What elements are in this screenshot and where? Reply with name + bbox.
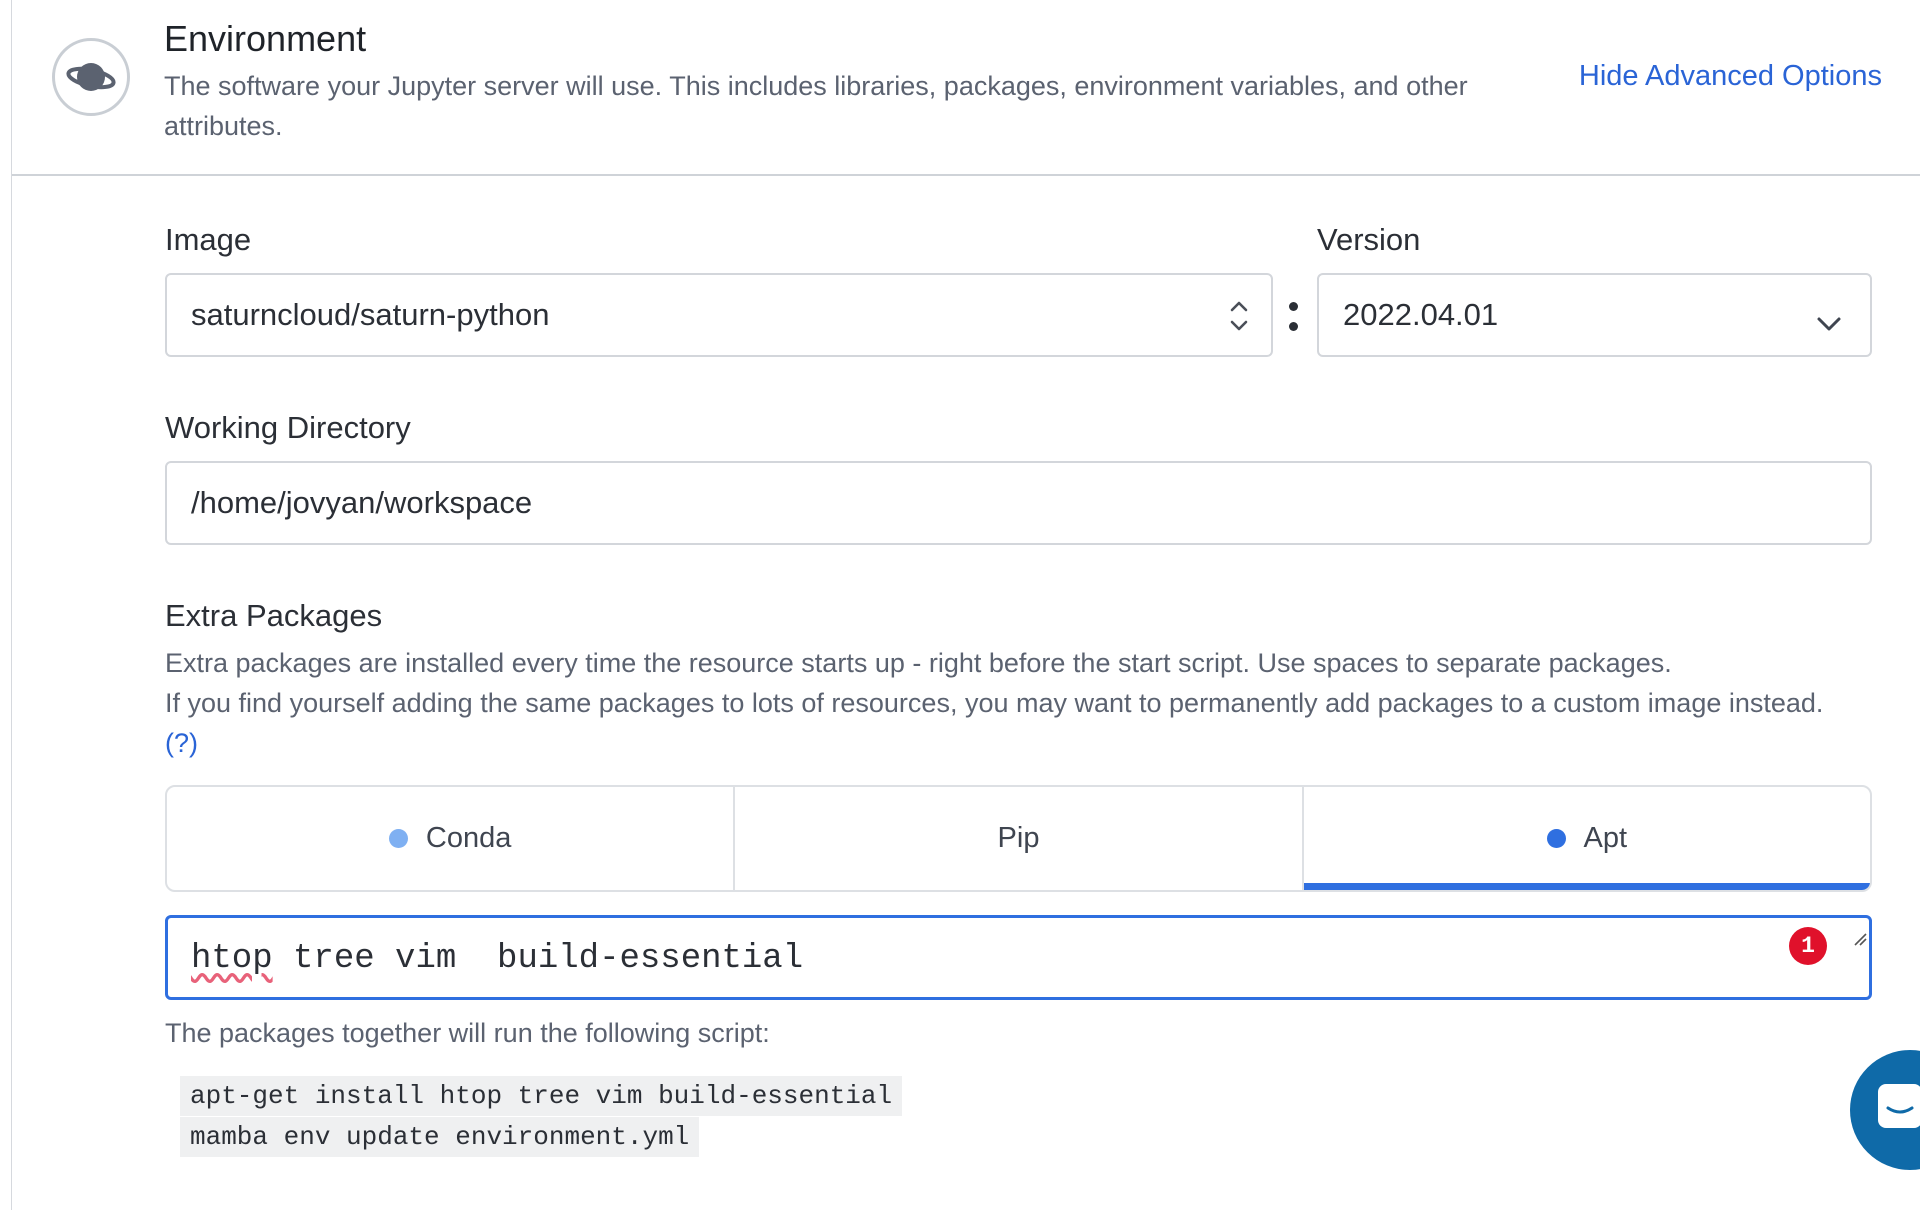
resize-grip-icon[interactable] xyxy=(1771,881,1867,995)
chat-launcher-button[interactable] xyxy=(1850,1050,1920,1170)
colon-separator xyxy=(1287,296,1299,336)
package-manager-tabs: Conda Pip Apt xyxy=(165,785,1872,892)
tab-apt[interactable]: Apt xyxy=(1303,787,1870,890)
extra-packages-description-line1: Extra packages are installed every time … xyxy=(165,648,1672,678)
tab-pip-label: Pip xyxy=(997,822,1040,854)
image-value: saturncloud/saturn-python xyxy=(191,297,550,332)
version-label: Version xyxy=(1317,222,1421,257)
working-directory-input[interactable]: /home/jovyan/workspace xyxy=(165,461,1872,545)
conda-status-dot xyxy=(388,829,408,848)
script-intro: The packages together will run the follo… xyxy=(165,1018,770,1048)
help-link[interactable]: (?) xyxy=(165,723,1885,763)
environment-header: Environment The software your Jupyter se… xyxy=(12,0,1920,176)
extra-packages-description-line2: If you find yourself adding the same pac… xyxy=(165,688,1824,718)
packages-text: tree vim build-essential xyxy=(272,940,804,978)
apt-status-dot xyxy=(1546,829,1566,848)
misspelled-word: htop xyxy=(191,940,273,978)
chat-icon xyxy=(1878,1084,1920,1128)
section-description: The software your Jupyter server will us… xyxy=(164,71,1468,141)
page-left-border xyxy=(0,0,12,1210)
version-select[interactable]: 2022.04.01 xyxy=(1317,273,1872,357)
apt-packages-textarea[interactable]: htop tree vim build-essential 1 xyxy=(165,915,1872,1000)
tab-pip[interactable]: Pip xyxy=(735,787,1304,890)
working-directory-label: Working Directory xyxy=(165,410,411,445)
script-line: mamba env update environment.yml xyxy=(180,1117,700,1157)
tab-apt-label: Apt xyxy=(1583,822,1628,854)
version-value: 2022.04.01 xyxy=(1343,297,1499,332)
planet-icon xyxy=(52,38,130,116)
up-down-arrows-icon xyxy=(1229,299,1249,341)
tab-conda-label: Conda xyxy=(425,822,512,854)
working-directory-value: /home/jovyan/workspace xyxy=(191,485,533,520)
section-title: Environment xyxy=(164,18,367,59)
script-line: apt-get install htop tree vim build-esse… xyxy=(180,1076,903,1116)
hide-advanced-options-link[interactable]: Hide Advanced Options xyxy=(1579,60,1882,93)
chevron-down-icon xyxy=(1816,305,1842,341)
tab-conda[interactable]: Conda xyxy=(167,787,736,890)
extra-packages-description: Extra packages are installed every time … xyxy=(165,643,1885,763)
extra-packages-title: Extra Packages xyxy=(165,598,383,633)
image-select[interactable]: saturncloud/saturn-python xyxy=(165,273,1273,357)
image-label: Image xyxy=(165,222,252,257)
